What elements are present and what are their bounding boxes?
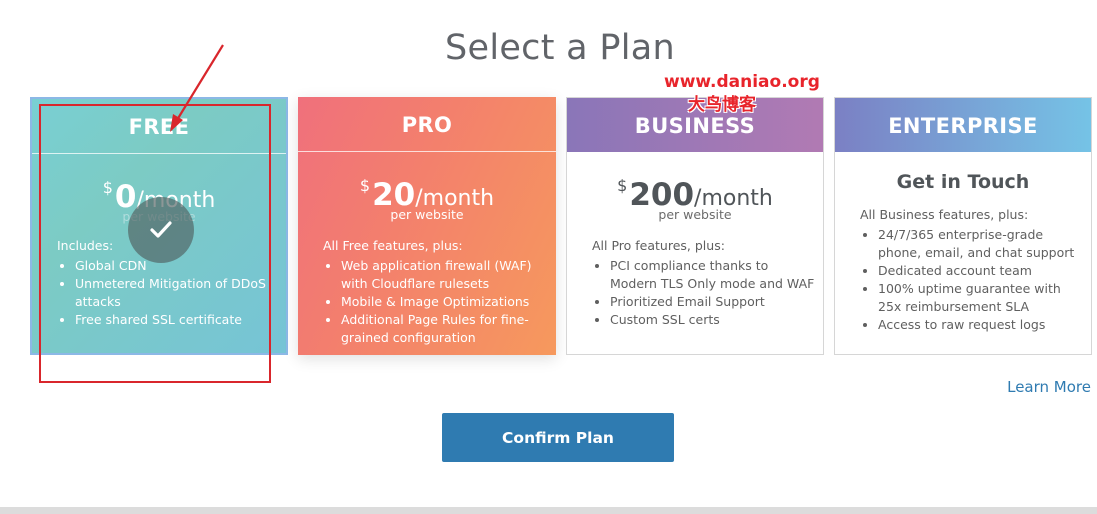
contact-heading: Get in Touch bbox=[896, 171, 1030, 193]
plan-card-pro[interactable]: PRO $20/month per website All Free featu… bbox=[298, 97, 556, 355]
feature-item: Additional Page Rules for fine-grained c… bbox=[341, 311, 549, 347]
feature-item: 100% uptime guarantee with 25x reimburse… bbox=[878, 280, 1086, 316]
feature-intro: All Business features, plus: bbox=[860, 207, 1029, 222]
price-unit: per website bbox=[658, 207, 732, 222]
price-unit: per website bbox=[390, 207, 464, 222]
price-currency: $ bbox=[359, 176, 371, 195]
watermark: www.daniao.org 大鸟博客 bbox=[664, 70, 820, 116]
feature-item: 24/7/365 enterprise-grade phone, email, … bbox=[878, 226, 1086, 262]
feature-item: Dedicated account team bbox=[878, 262, 1086, 280]
feature-item: Web application firewall (WAF) with Clou… bbox=[341, 257, 549, 293]
feature-item: Mobile & Image Optimizations bbox=[341, 293, 549, 311]
feature-item: Prioritized Email Support bbox=[610, 293, 818, 311]
plan-name: PRO bbox=[298, 97, 556, 152]
bottom-divider bbox=[0, 507, 1097, 514]
feature-item: PCI compliance thanks to Modern TLS Only… bbox=[610, 257, 818, 293]
plan-card-business[interactable]: BUSINESS $200/month per website All Pro … bbox=[566, 97, 824, 355]
watermark-text: 大鸟博客 bbox=[687, 95, 756, 115]
feature-list: All Pro features, plus: PCI compliance t… bbox=[567, 237, 823, 329]
plan-price: $20/month bbox=[298, 168, 556, 213]
feature-list: All Business features, plus: 24/7/365 en… bbox=[835, 206, 1091, 334]
learn-more-link[interactable]: Learn More bbox=[1007, 378, 1091, 396]
plan-card-enterprise[interactable]: ENTERPRISE Get in Touch All Business fea… bbox=[834, 97, 1092, 355]
feature-intro: All Pro features, plus: bbox=[592, 238, 725, 253]
confirm-plan-button[interactable]: Confirm Plan bbox=[442, 413, 674, 462]
annotation-arrow bbox=[170, 44, 224, 132]
feature-intro: All Free features, plus: bbox=[323, 238, 463, 253]
feature-list: All Free features, plus: Web application… bbox=[298, 237, 556, 347]
price-currency: $ bbox=[617, 176, 628, 195]
feature-item: Access to raw request logs bbox=[878, 316, 1086, 334]
feature-item: Custom SSL certs bbox=[610, 311, 818, 329]
plan-price: $200/month bbox=[567, 168, 823, 213]
plan-name: ENTERPRISE bbox=[835, 98, 1091, 152]
watermark-url: www.daniao.org bbox=[664, 72, 820, 92]
